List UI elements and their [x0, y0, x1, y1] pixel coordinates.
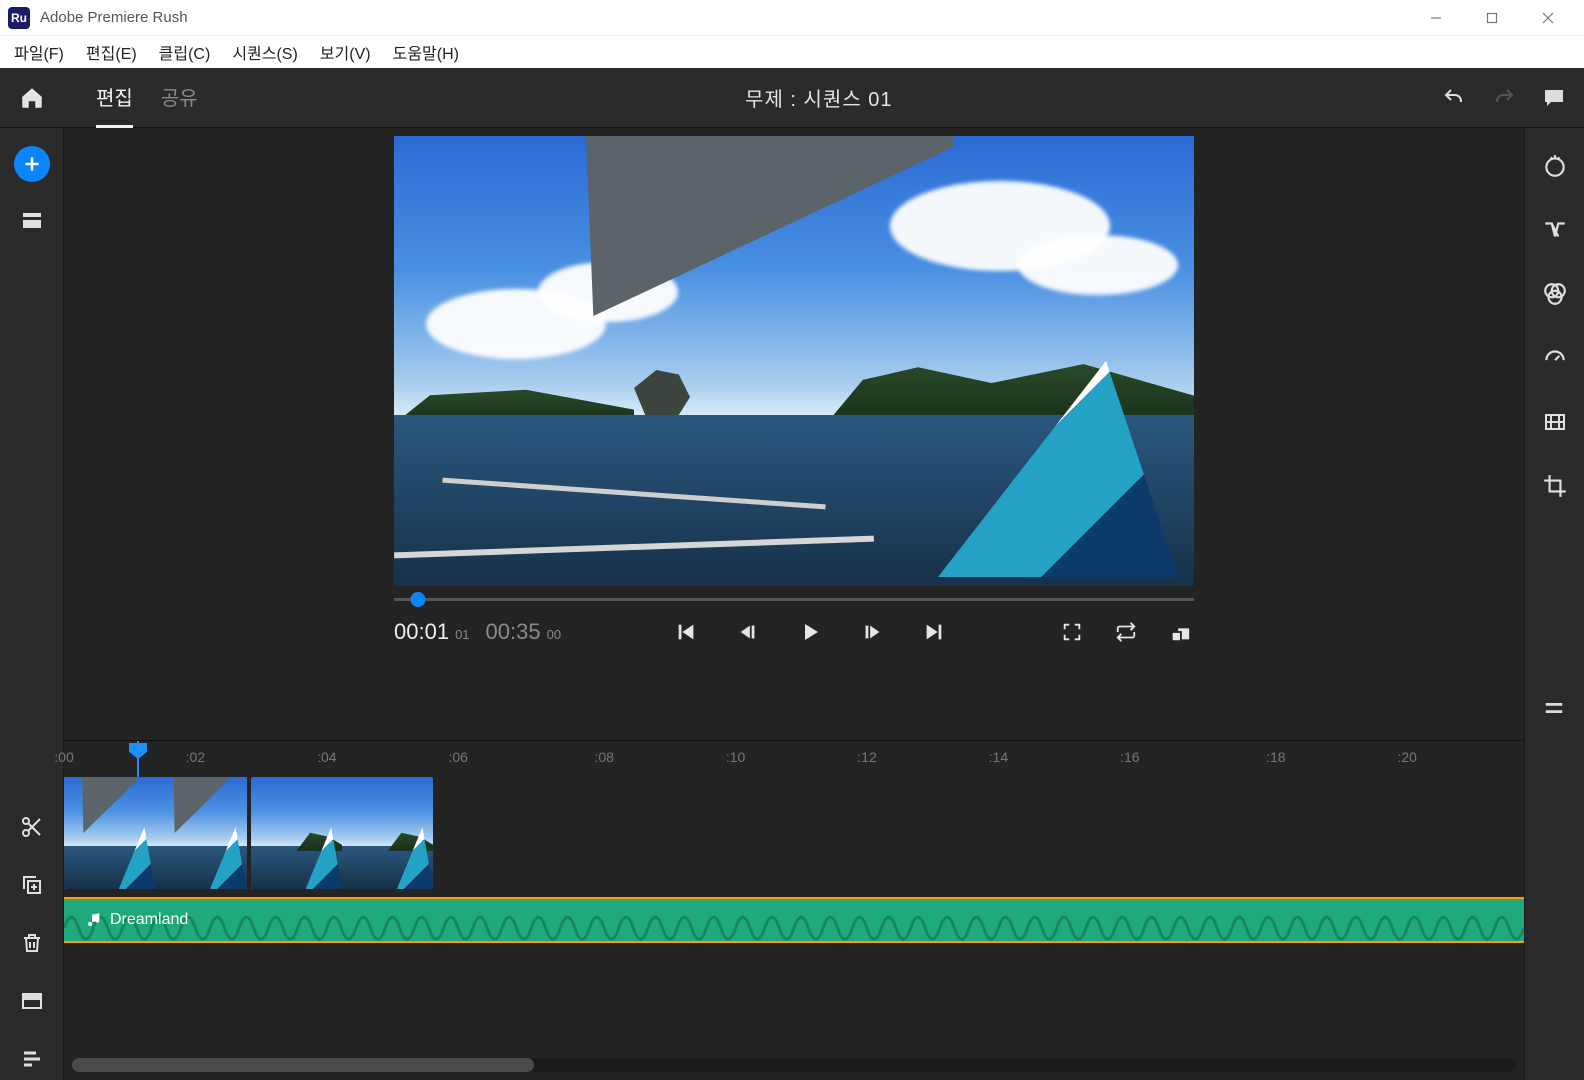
- app-root: 편집 공유 무제 : 시퀀스 01: [0, 68, 1584, 1080]
- app-title: Adobe Premiere Rush: [40, 9, 1408, 26]
- project-panel-button[interactable]: [16, 985, 48, 1017]
- timeline-tracks[interactable]: Dreamland: [64, 777, 1524, 1044]
- home-button[interactable]: [18, 84, 46, 112]
- color-tool-button[interactable]: [1539, 278, 1571, 310]
- comment-button[interactable]: [1540, 84, 1568, 112]
- ruler-tick: :00: [54, 749, 73, 765]
- menu-help[interactable]: 도움말(H): [393, 40, 459, 64]
- snapshot-button[interactable]: [1166, 618, 1194, 646]
- scrub-thumb[interactable]: [411, 592, 426, 607]
- video-preview[interactable]: [394, 136, 1194, 586]
- ruler-tick: :20: [1397, 749, 1416, 765]
- app-icon: Ru: [8, 7, 30, 29]
- ruler-tick: :02: [186, 749, 205, 765]
- video-clip[interactable]: [64, 777, 247, 889]
- os-titlebar: Ru Adobe Premiere Rush: [0, 0, 1584, 36]
- tab-edit[interactable]: 편집: [96, 68, 133, 128]
- sequence-title: 무제 : 시퀀스 01: [198, 83, 1440, 112]
- menu-view[interactable]: 보기(V): [320, 40, 371, 64]
- loop-button[interactable]: [1112, 618, 1140, 646]
- undo-button[interactable]: [1440, 84, 1468, 112]
- menu-clip[interactable]: 클립(C): [159, 40, 211, 64]
- go-end-button[interactable]: [920, 618, 948, 646]
- current-time: 00:01: [394, 619, 449, 645]
- menubar: 파일(F) 편집(E) 클립(C) 시퀀스(S) 보기(V) 도움말(H): [0, 36, 1584, 68]
- ruler-tick: :04: [317, 749, 336, 765]
- audio-clip-name: Dreamland: [110, 911, 188, 929]
- app-body: 00:01 01 00:35 00: [0, 128, 1584, 1080]
- menu-file[interactable]: 파일(F): [14, 40, 64, 64]
- video-clip[interactable]: [251, 777, 434, 889]
- ruler-tick: :12: [857, 749, 876, 765]
- timeline-scrollbar[interactable]: [72, 1058, 1516, 1072]
- window-minimize-button[interactable]: [1408, 0, 1464, 36]
- menu-edit[interactable]: 편집(E): [86, 40, 137, 64]
- tab-share[interactable]: 공유: [161, 68, 198, 128]
- menu-sequence[interactable]: 시퀀스(S): [232, 40, 298, 64]
- scissors-button[interactable]: [16, 811, 48, 843]
- transport-bar: 00:01 01 00:35 00: [394, 614, 1194, 660]
- add-media-button[interactable]: [14, 146, 50, 182]
- crop-tool-button[interactable]: [1539, 470, 1571, 502]
- audio-clip[interactable]: Dreamland: [64, 897, 1524, 943]
- delete-button[interactable]: [16, 927, 48, 959]
- play-button[interactable]: [796, 618, 824, 646]
- timeline-ruler[interactable]: :00 :02 :04 :06 :08 :10 :12 :14 :16 :18 …: [64, 741, 1524, 777]
- ruler-tick: :10: [726, 749, 745, 765]
- step-back-button[interactable]: [734, 618, 762, 646]
- ruler-tick: :08: [594, 749, 613, 765]
- audio-tool-button[interactable]: [1539, 406, 1571, 438]
- ruler-tick: :18: [1266, 749, 1285, 765]
- timeline-scrollbar-thumb[interactable]: [72, 1058, 534, 1072]
- music-note-icon: [86, 912, 102, 928]
- step-forward-button[interactable]: [858, 618, 886, 646]
- timeline-tools: [0, 811, 64, 1075]
- track-controls-button[interactable]: [16, 1043, 48, 1075]
- transitions-tool-button[interactable]: [1539, 214, 1571, 246]
- duration: 00:35: [486, 619, 541, 645]
- ruler-tick: :06: [448, 749, 467, 765]
- redo-button[interactable]: [1490, 84, 1518, 112]
- ruler-tick: :16: [1120, 749, 1139, 765]
- window-close-button[interactable]: [1520, 0, 1576, 36]
- panel-toggle-button[interactable]: [1540, 694, 1568, 722]
- preview-panel: 00:01 01 00:35 00: [64, 128, 1524, 740]
- fullscreen-button[interactable]: [1058, 618, 1086, 646]
- media-browser-button[interactable]: [16, 204, 48, 236]
- go-start-button[interactable]: [672, 618, 700, 646]
- ruler-tick: :14: [989, 749, 1008, 765]
- window-maximize-button[interactable]: [1464, 0, 1520, 36]
- right-rail: [1524, 128, 1584, 1080]
- timeline-panel: :00 :02 :04 :06 :08 :10 :12 :14 :16 :18 …: [64, 740, 1524, 1080]
- duplicate-button[interactable]: [16, 869, 48, 901]
- titles-tool-button[interactable]: [1539, 150, 1571, 182]
- current-frames: 01: [455, 627, 469, 642]
- speed-tool-button[interactable]: [1539, 342, 1571, 374]
- timeline-playhead[interactable]: [137, 741, 139, 777]
- app-topbar: 편집 공유 무제 : 시퀀스 01: [0, 68, 1584, 128]
- duration-frames: 00: [547, 627, 561, 642]
- scrub-bar[interactable]: [394, 586, 1194, 614]
